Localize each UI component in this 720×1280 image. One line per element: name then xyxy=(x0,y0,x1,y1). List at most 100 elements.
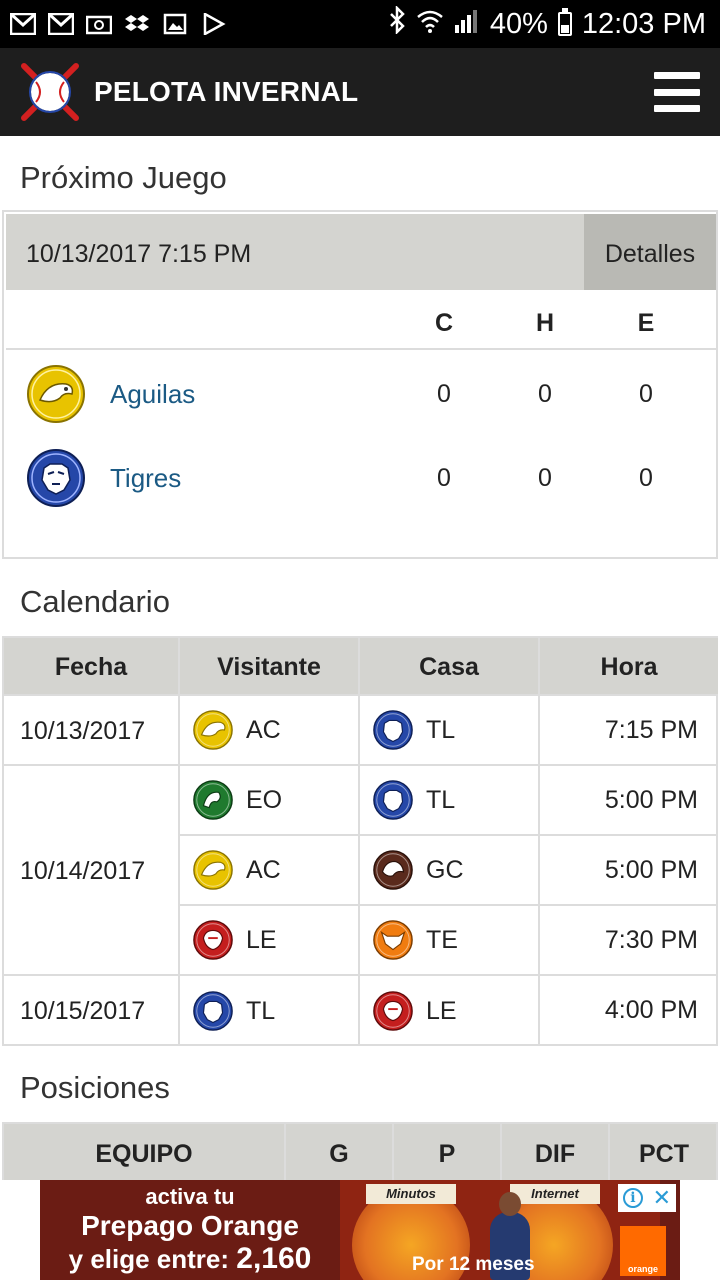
home-abbr: LE xyxy=(426,996,457,1025)
gmail-icon xyxy=(48,13,74,35)
date-cell: 10/15/2017 xyxy=(4,976,180,1046)
team-row-aguilas: Aguilas 0 0 0 xyxy=(6,352,716,436)
col-header-p[interactable]: P xyxy=(394,1124,502,1180)
home-cell: LE xyxy=(360,976,540,1046)
app-title: PELOTA INVERNAL xyxy=(94,76,359,107)
next-game-card: 10/13/2017 7:15 PM Detalles C H E Aguila… xyxy=(2,210,718,559)
home-abbr: TL xyxy=(426,715,456,744)
col-errors: E xyxy=(637,309,655,337)
time-cell: 4:00 PM xyxy=(604,996,698,1024)
home-cell: TL xyxy=(360,696,540,766)
team-badge-icon xyxy=(373,710,413,750)
team-badge-icon xyxy=(193,780,233,820)
score-errors: 0 xyxy=(639,464,653,492)
bluetooth-icon xyxy=(388,4,406,42)
col-header-dif[interactable]: DIF xyxy=(502,1124,610,1180)
schedule-heading: Calendario xyxy=(20,584,170,619)
visitor-cell: EO xyxy=(180,766,360,836)
home-cell: GC xyxy=(360,836,540,906)
visitor-abbr: LE xyxy=(246,925,277,954)
battery-percent: 40% xyxy=(489,7,548,40)
team-badge-icon xyxy=(193,920,233,960)
clock: 12:03 PM xyxy=(581,7,706,40)
gallery-icon xyxy=(162,13,188,35)
team-badge-icon xyxy=(373,991,413,1031)
team-badge-icon xyxy=(373,850,413,890)
col-header-pct[interactable]: PCT xyxy=(610,1124,718,1180)
home-abbr: TL xyxy=(426,785,456,814)
visitor-abbr: AC xyxy=(246,715,281,744)
standings-table: EQUIPO G P DIF PCT xyxy=(2,1122,718,1180)
visitor-cell: AC xyxy=(180,836,360,906)
next-game-datetime: 10/13/2017 7:15 PM xyxy=(26,240,252,268)
aguilas-logo-icon xyxy=(27,365,85,423)
hamburger-menu-icon[interactable] xyxy=(654,72,700,112)
visitor-abbr: AC xyxy=(246,855,281,884)
team-row-tigres: Tigres 0 0 0 xyxy=(6,436,716,520)
time-cell: 5:00 PM xyxy=(540,766,718,836)
col-header-equipo[interactable]: EQUIPO xyxy=(4,1124,286,1180)
score-runs: 0 xyxy=(437,380,451,408)
home-abbr: TE xyxy=(426,925,458,954)
date-cell: 10/14/2017 xyxy=(4,766,180,976)
ad-line1: activa tu xyxy=(145,1184,235,1209)
app-bar: PELOTA INVERNAL xyxy=(0,48,720,136)
team-link-aguilas[interactable]: Aguilas xyxy=(110,352,195,436)
tigres-logo-icon xyxy=(27,449,85,507)
team-link-tigres[interactable]: Tigres xyxy=(110,436,181,520)
visitor-cell: LE xyxy=(180,906,360,976)
score-runs: 0 xyxy=(437,464,451,492)
visitor-abbr: TL xyxy=(246,996,276,1025)
score-hits: 0 xyxy=(538,464,552,492)
battery-icon xyxy=(557,8,572,36)
home-abbr: GC xyxy=(426,855,464,884)
orange-logo: orange xyxy=(620,1226,666,1276)
date-cell: 10/13/2017 xyxy=(4,696,180,766)
ad-banner[interactable]: activa tu Prepago Orange y elige entre: … xyxy=(40,1180,680,1280)
time-cell: 7:30 PM xyxy=(540,906,718,976)
home-cell: TL xyxy=(360,766,540,836)
time-cell: 5:00 PM xyxy=(540,836,718,906)
time-cell: 7:15 PM xyxy=(540,696,718,766)
signal-icon xyxy=(454,8,480,41)
team-badge-icon xyxy=(373,920,413,960)
score-errors: 0 xyxy=(639,380,653,408)
home-cell: TE xyxy=(360,906,540,976)
dropbox-icon xyxy=(124,13,150,35)
visitor-cell: TL xyxy=(180,976,360,1046)
ad-close-icon[interactable]: ✕ xyxy=(653,1187,671,1209)
schedule-table: Fecha Visitante Casa Hora 10/13/2017 10/… xyxy=(2,636,718,1046)
baseball-logo-icon xyxy=(21,63,79,121)
team-badge-icon xyxy=(193,991,233,1031)
team-badge-icon xyxy=(373,780,413,820)
col-header-fecha: Fecha xyxy=(4,638,180,696)
play-store-icon xyxy=(200,13,226,35)
visitor-cell: AC xyxy=(180,696,360,766)
ad-line3: y elige entre: 2,160 xyxy=(68,1242,312,1275)
ad-subtext: Por 12 meses xyxy=(412,1254,535,1275)
col-hits: H xyxy=(535,309,555,337)
score-header: C H E xyxy=(6,290,716,350)
details-button[interactable]: Detalles xyxy=(584,214,716,290)
status-bar: 40% 12:03 PM xyxy=(0,0,720,48)
col-header-casa: Casa xyxy=(360,638,540,696)
visitor-abbr: EO xyxy=(246,785,283,814)
gmail-icon xyxy=(10,13,36,35)
ad-line2: Prepago Orange xyxy=(81,1210,299,1241)
standings-heading: Posiciones xyxy=(20,1070,170,1105)
wifi-icon xyxy=(416,8,444,41)
ad-info-icon[interactable]: i xyxy=(622,1188,643,1208)
ad-tag-internet: Internet xyxy=(510,1184,600,1204)
col-header-visitante: Visitante xyxy=(180,638,360,696)
col-runs: C xyxy=(434,309,454,337)
email-icon xyxy=(86,13,112,35)
ad-controls: i ✕ xyxy=(618,1184,676,1212)
next-game-header: 10/13/2017 7:15 PM Detalles xyxy=(6,214,716,290)
team-badge-icon xyxy=(193,710,233,750)
score-hits: 0 xyxy=(538,380,552,408)
col-header-hora: Hora xyxy=(540,638,718,696)
col-header-g[interactable]: G xyxy=(286,1124,394,1180)
team-badge-icon xyxy=(193,850,233,890)
ad-tag-minutes: Minutos xyxy=(366,1184,456,1204)
next-game-heading: Próximo Juego xyxy=(20,160,227,195)
